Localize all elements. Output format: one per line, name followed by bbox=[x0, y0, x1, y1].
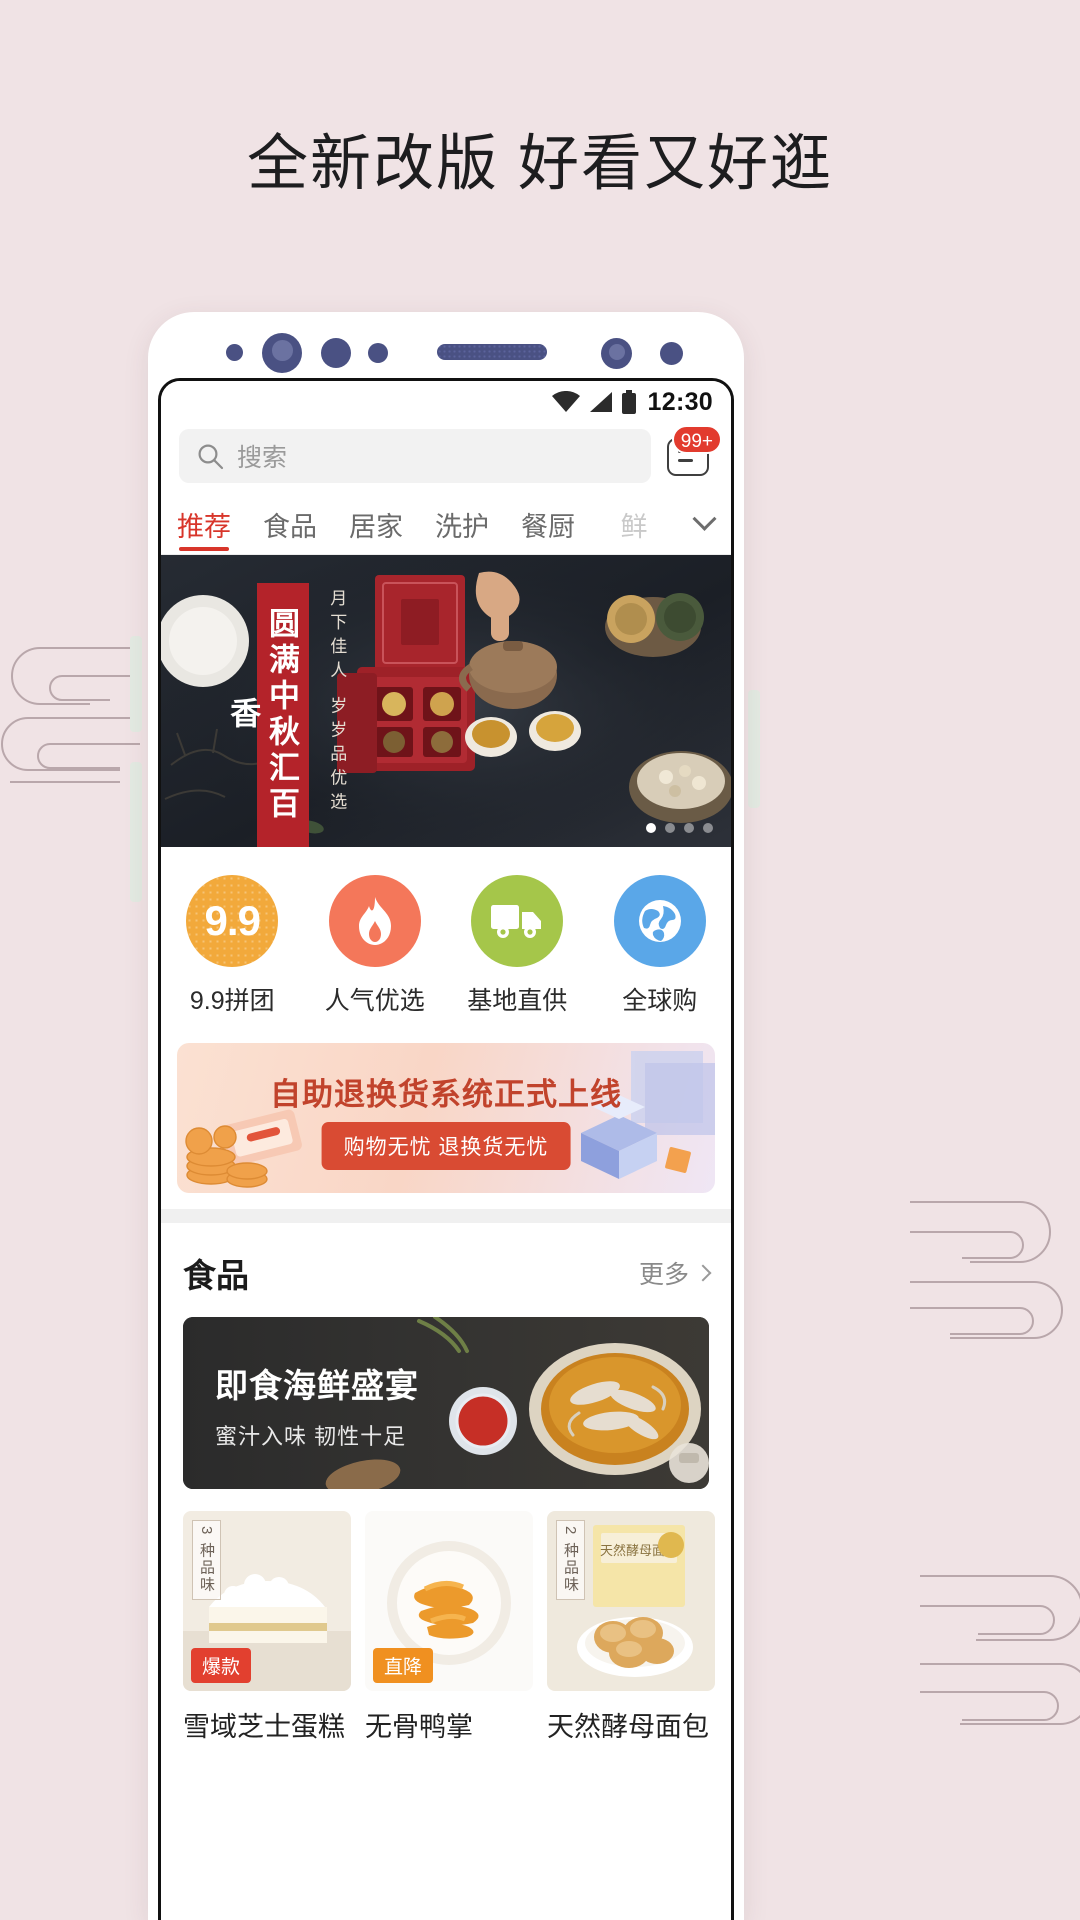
message-badge: 99+ bbox=[671, 425, 722, 454]
quick-action-label: 人气优选 bbox=[324, 987, 425, 1015]
tab-label: 餐厨 bbox=[521, 512, 575, 542]
feature-card-seafood[interactable]: 即食海鲜盛宴 蜜汁入味 韧性十足 bbox=[183, 1317, 709, 1489]
flame-icon-wrap bbox=[328, 875, 421, 967]
phone-power-button bbox=[748, 690, 760, 808]
product-tag: 直降 bbox=[373, 1648, 434, 1683]
signal-icon bbox=[589, 392, 612, 412]
quick-action-popular[interactable]: 人气优选 bbox=[304, 875, 447, 1017]
tab-label: 食品 bbox=[263, 512, 317, 542]
phone-volume-down-button bbox=[130, 762, 142, 902]
tab-fresh[interactable]: 鲜 bbox=[591, 495, 677, 554]
status-bar: 12:30 bbox=[161, 381, 731, 423]
product-card[interactable]: 直降 无骨鸭掌 bbox=[365, 1511, 533, 1744]
nine-nine-icon: 9.9 bbox=[186, 875, 279, 967]
chevron-right-icon bbox=[694, 1264, 712, 1282]
carousel-dots[interactable] bbox=[646, 823, 713, 833]
product-grid: 3 种品味 爆款 雪域芝士蛋糕 直降 无骨鸭掌 天然酵母面包 2 种品味 天然酵… bbox=[161, 1489, 731, 1744]
nine-nine-text: 9.9 bbox=[204, 897, 261, 944]
quick-action-global[interactable]: 全球购 bbox=[589, 875, 732, 1017]
bezel-dot-3 bbox=[368, 343, 388, 363]
product-thumbnail: 直降 bbox=[365, 1511, 533, 1691]
product-tag: 爆款 bbox=[191, 1648, 252, 1683]
decor-cloud-right bbox=[910, 1190, 1080, 1360]
product-thumbnail: 天然酵母面包 2 种品味 bbox=[547, 1511, 715, 1691]
bezel-sensor-1 bbox=[601, 338, 632, 369]
quick-action-group-buy[interactable]: 9.9 9.9拼团 bbox=[161, 875, 304, 1017]
hero-banner[interactable]: 圆满中秋汇百香 月下佳人 岁岁品优选 bbox=[161, 555, 731, 847]
section-header-food: 食品 更多 bbox=[161, 1223, 731, 1317]
truck-icon-wrap bbox=[471, 875, 564, 967]
promo-pill: 购物无忧 退换货无忧 bbox=[321, 1122, 571, 1170]
carousel-dot[interactable] bbox=[684, 823, 694, 833]
decor-cloud-right-lower bbox=[920, 1560, 1080, 1760]
quick-actions: 9.9 9.9拼团 人气优选 基地直供 全球购 bbox=[161, 847, 731, 1043]
feature-subtitle: 蜜汁入味 韧性十足 bbox=[215, 1424, 407, 1449]
feature-title: 即食海鲜盛宴 bbox=[215, 1367, 419, 1404]
more-label: 更多 bbox=[638, 1261, 689, 1289]
quick-action-label: 全球购 bbox=[622, 987, 698, 1015]
wifi-icon bbox=[551, 391, 580, 412]
bezel-camera-icon bbox=[262, 333, 302, 373]
search-input[interactable]: 搜索 bbox=[179, 429, 651, 483]
tab-washcare[interactable]: 洗护 bbox=[419, 495, 505, 554]
page-title: 全新改版 好看又好逛 bbox=[247, 129, 833, 197]
tab-recommend[interactable]: 推荐 bbox=[161, 495, 247, 554]
decor-cloud-left bbox=[0, 640, 140, 790]
tab-kitchen[interactable]: 餐厨 bbox=[505, 495, 591, 554]
search-placeholder: 搜索 bbox=[237, 444, 288, 472]
promo-banner[interactable]: 自助退换货系统正式上线 购物无忧 退换货无忧 bbox=[177, 1043, 715, 1193]
quick-action-direct-supply[interactable]: 基地直供 bbox=[446, 875, 589, 1017]
section-title: 食品 bbox=[183, 1257, 249, 1294]
message-button[interactable]: 99+ bbox=[663, 425, 722, 483]
tab-label: 居家 bbox=[349, 512, 403, 542]
tab-label: 推荐 bbox=[177, 512, 231, 542]
section-divider bbox=[161, 1209, 731, 1223]
status-time: 12:30 bbox=[647, 387, 713, 416]
product-name: 雪域芝士蛋糕 bbox=[183, 1712, 345, 1742]
flame-icon bbox=[358, 897, 391, 945]
bezel-sensor-2 bbox=[660, 342, 683, 365]
hero-subtitle: 月下佳人 岁岁品优选 bbox=[327, 589, 347, 817]
product-name: 无骨鸭掌 bbox=[365, 1712, 473, 1742]
promo-title: 自助退换货系统正式上线 bbox=[270, 1077, 622, 1112]
quick-action-label: 基地直供 bbox=[467, 987, 568, 1015]
tab-home[interactable]: 居家 bbox=[333, 495, 419, 554]
tab-label: 洗护 bbox=[435, 512, 489, 542]
carousel-dot[interactable] bbox=[665, 823, 675, 833]
globe-icon-wrap bbox=[613, 875, 706, 967]
tab-label: 鲜 bbox=[620, 512, 648, 542]
quick-action-label: 9.9拼团 bbox=[189, 987, 275, 1015]
bezel-speaker bbox=[437, 344, 547, 360]
chevron-down-icon[interactable] bbox=[677, 506, 731, 533]
product-corner-label: 2 种品味 bbox=[556, 1520, 585, 1600]
carousel-dot[interactable] bbox=[646, 823, 656, 833]
phone-volume-up-button bbox=[130, 636, 142, 732]
phone-mockup: 12:30 搜索 99+ 推荐 食品 居家 洗护 餐厨 鲜 圆满中秋汇百香 月下… bbox=[148, 312, 744, 1920]
search-row: 搜索 99+ bbox=[161, 423, 731, 493]
product-corner-label: 3 种品味 bbox=[192, 1520, 221, 1600]
truck-icon bbox=[491, 905, 542, 938]
message-tail bbox=[678, 458, 687, 469]
category-tabs: 推荐 食品 居家 洗护 餐厨 鲜 bbox=[161, 493, 731, 555]
globe-icon bbox=[638, 900, 681, 942]
product-thumbnail: 3 种品味 爆款 bbox=[183, 1511, 351, 1691]
product-card[interactable]: 3 种品味 爆款 雪域芝士蛋糕 bbox=[183, 1511, 351, 1744]
phone-bezel bbox=[148, 312, 744, 378]
product-card[interactable]: 天然酵母面包 2 种品味 天然酵母面包 bbox=[547, 1511, 715, 1744]
carousel-dot[interactable] bbox=[703, 823, 713, 833]
bezel-dot-small-1 bbox=[226, 344, 243, 361]
battery-icon bbox=[621, 390, 636, 414]
bezel-dot-2 bbox=[321, 338, 351, 368]
search-icon bbox=[198, 444, 224, 469]
product-name: 天然酵母面包 bbox=[547, 1712, 709, 1742]
tab-food[interactable]: 食品 bbox=[247, 495, 333, 554]
more-link[interactable]: 更多 bbox=[638, 1255, 712, 1291]
hero-title: 圆满中秋汇百香 bbox=[225, 583, 309, 847]
phone-screen: 12:30 搜索 99+ 推荐 食品 居家 洗护 餐厨 鲜 圆满中秋汇百香 月下… bbox=[158, 378, 734, 1920]
feature-text: 即食海鲜盛宴 蜜汁入味 韧性十足 bbox=[215, 1359, 419, 1451]
